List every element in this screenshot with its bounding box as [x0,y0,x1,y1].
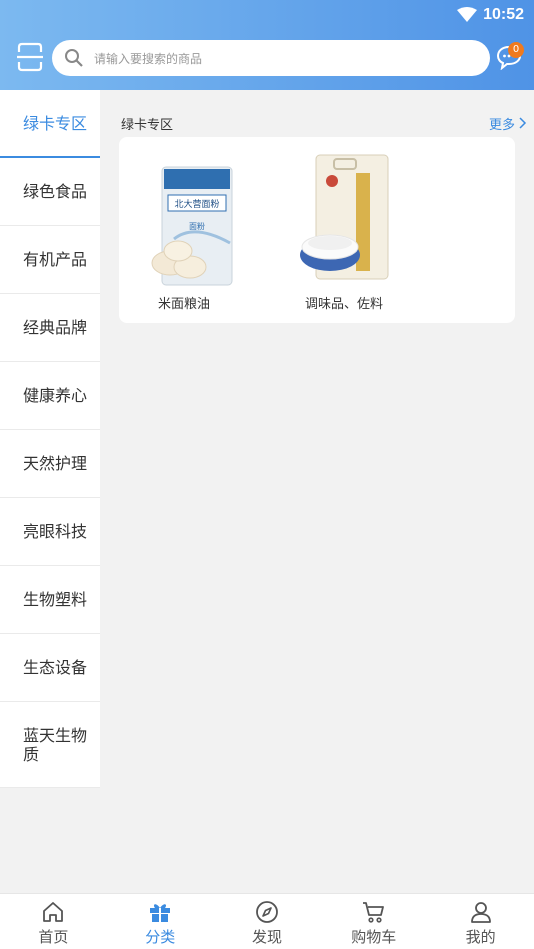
tab-category-label: 分类 [145,928,176,946]
more-link[interactable]: 更多 [489,114,527,133]
tab-home[interactable]: 首页 [0,894,107,949]
product-card: 北大营面粉 面粉 米面粮油 调味品、佐料 [119,137,515,323]
tab-mine[interactable]: 我的 [427,894,534,949]
gift-icon [150,904,171,922]
bag-brand-text: 北大营面粉 [174,198,219,210]
section-header: 绿卡专区 更多 [121,112,527,134]
compass-icon [256,901,278,923]
user-icon [470,902,491,923]
search-icon [65,49,83,67]
sidebar-item-organic[interactable]: 有机产品 [0,226,100,294]
tab-discover[interactable]: 发现 [214,894,321,949]
sidebar-item-green-food[interactable]: 绿色食品 [0,158,100,226]
bag-sub-text: 面粉 [189,221,205,231]
scan-icon[interactable] [16,42,44,72]
rice-bag-image [294,147,394,287]
more-label: 更多 [488,117,515,133]
flour-bag-image: 北大营面粉 面粉 [134,147,234,287]
category-sidebar: 绿卡专区 绿色食品 有机产品 经典品牌 健康养心 天然护理 亮眼科技 生物塑料 … [0,90,100,788]
sidebar-item-biomass[interactable]: 蓝天生物质 [0,702,100,788]
status-bar: 10:52 [457,4,524,26]
tab-cart[interactable]: 购物车 [320,894,427,949]
cart-icon [362,902,384,923]
sidebar-item-bioplastic[interactable]: 生物塑料 [0,566,100,634]
sidebar-item-natural-care[interactable]: 天然护理 [0,430,100,498]
tab-discover-label: 发现 [251,928,282,946]
bottom-tabbar: 首页 分类 发现 购物车 我的 [0,893,534,949]
sidebar-item-tech[interactable]: 亮眼科技 [0,498,100,566]
section-title: 绿卡专区 [121,117,174,133]
product-item-grain-oil[interactable]: 北大营面粉 面粉 米面粮油 [119,147,249,312]
sidebar-item-health[interactable]: 健康养心 [0,362,100,430]
tab-home-label: 首页 [38,928,69,946]
search-placeholder: 请输入要搜索的商品 [94,51,203,66]
wifi-icon [457,7,478,22]
status-time: 10:52 [483,6,524,23]
product-item-seasoning[interactable]: 调味品、佐料 [279,147,409,312]
sidebar-item-green-card[interactable]: 绿卡专区 [0,90,100,158]
chevron-right-icon [519,117,527,129]
sidebar-item-eco-equipment[interactable]: 生态设备 [0,634,100,702]
message-badge: 0 [508,42,524,58]
product-name: 米面粮油 [157,297,210,312]
tab-category[interactable]: 分类 [107,894,214,949]
home-icon [43,902,64,922]
product-name: 调味品、佐料 [304,297,383,312]
tab-mine-label: 我的 [465,928,496,946]
search-input[interactable]: 请输入要搜索的商品 [52,40,490,76]
tab-cart-label: 购物车 [351,928,397,946]
header-bar: 10:52 请输入要搜索的商品 0 [0,0,534,90]
sidebar-item-classic-brand[interactable]: 经典品牌 [0,294,100,362]
